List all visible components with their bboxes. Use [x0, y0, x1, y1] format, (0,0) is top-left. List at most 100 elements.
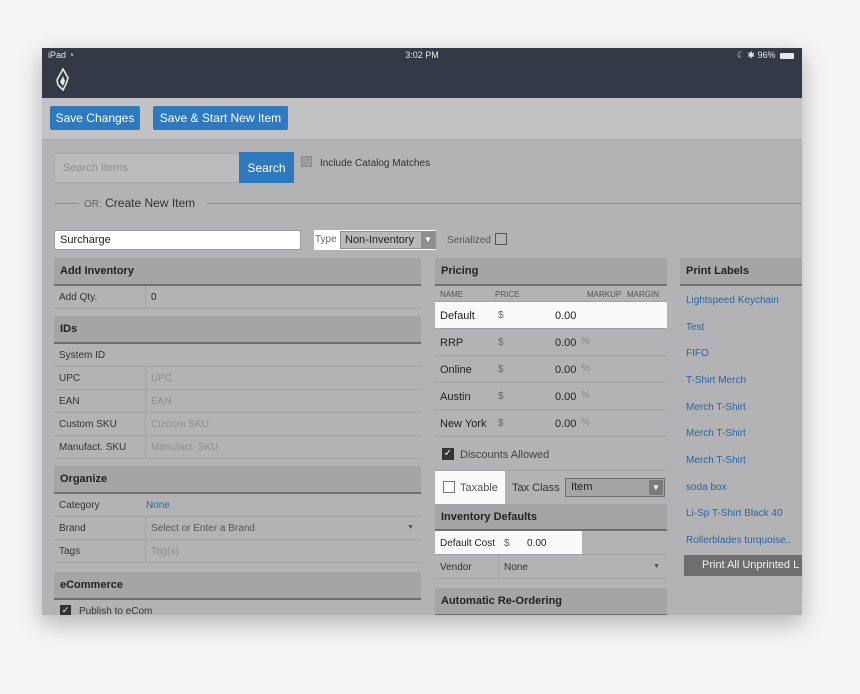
tax-class-label: Tax Class [512, 482, 560, 494]
price-name: Austin [440, 391, 471, 403]
custom-sku-input[interactable]: Custom SKU [151, 419, 209, 430]
save-start-new-button[interactable]: Save & Start New Item [153, 106, 288, 130]
col-markup: MARKUP [587, 290, 622, 299]
price-currency: $ [498, 364, 504, 375]
print-labels-header: Print Labels [680, 258, 802, 286]
add-qty-row: Add Qty. 0 [54, 286, 421, 309]
default-cost-value[interactable]: 0.00 [527, 538, 546, 549]
price-name: RRP [440, 337, 464, 349]
ecommerce-header: eCommerce [54, 572, 421, 600]
brand-row: Brand Select or Enter a Brand ▼ [54, 517, 421, 540]
save-changes-button[interactable]: Save Changes [50, 106, 140, 130]
vendor-label: Vendor [440, 562, 472, 573]
category-link[interactable]: None [146, 500, 170, 511]
discounts-allowed-checkbox[interactable]: ✓ [442, 448, 454, 460]
taxable-checkbox[interactable] [443, 481, 455, 493]
manufact-sku-input[interactable]: Manufact. SKU [151, 442, 218, 453]
manufact-sku-row: Manufact. SKU Manufact. SKU [54, 436, 421, 459]
price-value[interactable]: 0.00 [555, 364, 576, 376]
price-row-new-york[interactable]: New York $ 0.00 % [435, 410, 667, 437]
price-row-default[interactable]: Default $ 0.00 [435, 302, 667, 329]
percent-icon: % [581, 390, 590, 401]
price-row-rrp[interactable]: RRP $ 0.00 % [435, 329, 667, 356]
taxable-toggle[interactable]: Taxable [435, 471, 505, 504]
search-button[interactable]: Search [239, 152, 294, 183]
pricing-header: Pricing [435, 258, 667, 286]
bluetooth-icon: ✱ [747, 50, 755, 60]
default-cost-label: Default Cost [440, 538, 496, 549]
label-link[interactable]: Test [686, 322, 704, 333]
tax-class-select[interactable]: Item ▼ [565, 478, 665, 497]
inventory-defaults-header: Inventory Defaults [435, 504, 667, 531]
price-name: New York [440, 418, 487, 430]
category-row: Category None [54, 494, 421, 517]
type-value: Non-Inventory [345, 234, 415, 246]
serialized-checkbox[interactable] [495, 233, 507, 245]
label-link[interactable]: Merch T-Shirt [686, 402, 746, 413]
pricing-column-headers: NAME PRICE MARKUP MARGIN [435, 286, 667, 302]
print-all-button[interactable]: Print All Unprinted L [684, 555, 802, 576]
row-divider [145, 517, 146, 539]
organize-header: Organize [54, 466, 421, 494]
status-right: ☾ ✱ 96% [737, 50, 794, 61]
price-value[interactable]: 0.00 [555, 310, 576, 322]
tags-row: Tags Tag(s) [54, 540, 421, 563]
type-field[interactable]: Type Non-Inventory ▼ [314, 230, 436, 250]
chevron-down-icon: ▼ [421, 232, 435, 248]
col-price: PRICE [495, 290, 520, 299]
price-currency: $ [498, 310, 504, 321]
upc-input[interactable]: UPC [151, 373, 172, 384]
price-currency: $ [498, 337, 504, 348]
default-cost-currency: $ [504, 538, 510, 549]
ean-input[interactable]: EAN [151, 396, 172, 407]
price-value[interactable]: 0.00 [555, 418, 576, 430]
auto-reorder-header: Automatic Re-Ordering [435, 588, 667, 615]
toolbar: Save Changes Save & Start New Item [42, 98, 802, 140]
vendor-row: Vendor None ▼ [435, 555, 667, 579]
label-link[interactable]: Li-Sp T-Shirt Black 40 [686, 508, 783, 519]
row-divider [145, 390, 146, 412]
label-link[interactable]: T-Shirt Merch [686, 375, 746, 386]
custom-sku-row: Custom SKU Custom SKU [54, 413, 421, 436]
tax-row: Taxable Tax Class Item ▼ [435, 471, 667, 504]
price-row-austin[interactable]: Austin $ 0.00 % [435, 383, 667, 410]
discounts-allowed-label: Discounts Allowed [460, 449, 550, 461]
upc-label: UPC [59, 373, 81, 384]
lightspeed-logo-icon[interactable] [54, 68, 72, 92]
tags-input[interactable]: Tag(s) [151, 546, 179, 557]
chevron-down-icon: ▼ [407, 524, 414, 531]
vendor-select[interactable]: None [504, 562, 528, 573]
create-new-heading: OR: Create New Item [84, 196, 195, 210]
col-name: NAME [440, 290, 464, 299]
taxable-label: Taxable [460, 482, 498, 494]
label-link[interactable]: Rollerblades turquoise.. [686, 535, 791, 546]
price-currency: $ [498, 391, 504, 402]
brand-select[interactable]: Select or Enter a Brand [151, 523, 255, 534]
label-link[interactable]: soda box [686, 482, 727, 493]
price-name: Default [440, 310, 475, 322]
price-row-online[interactable]: Online $ 0.00 % [435, 356, 667, 383]
label-link[interactable]: FIFO [686, 348, 709, 359]
publish-label: Publish to eCom [79, 606, 153, 615]
price-value[interactable]: 0.00 [555, 337, 576, 349]
label-link[interactable]: Lightspeed Keychain [686, 295, 779, 306]
search-input[interactable]: Search Items [54, 153, 240, 183]
price-value[interactable]: 0.00 [555, 391, 576, 403]
default-cost-row: Default Cost $ 0.00 [435, 531, 667, 555]
status-time: 3:02 PM [405, 50, 439, 60]
publish-checkbox[interactable]: ✓ [60, 605, 71, 615]
label-link[interactable]: Merch T-Shirt [686, 455, 746, 466]
add-qty-input[interactable]: 0 [151, 292, 157, 303]
brand-label: Brand [59, 523, 86, 534]
item-name-input[interactable]: Surcharge [54, 230, 301, 250]
include-catalog-checkbox[interactable] [301, 156, 312, 167]
col-margin: MARGIN [627, 290, 659, 299]
manufact-sku-label: Manufact. SKU [59, 442, 127, 453]
row-divider [145, 413, 146, 435]
label-link[interactable]: Merch T-Shirt [686, 428, 746, 439]
or-divider-right [207, 203, 802, 204]
type-select[interactable]: Non-Inventory ▼ [340, 231, 436, 249]
ean-label: EAN [59, 396, 80, 407]
ipad-screen: iPad ◔ 3:02 PM ☾ ✱ 96% Save Changes Save… [42, 48, 802, 615]
main-content: Search Items Search Include Catalog Matc… [42, 140, 802, 615]
